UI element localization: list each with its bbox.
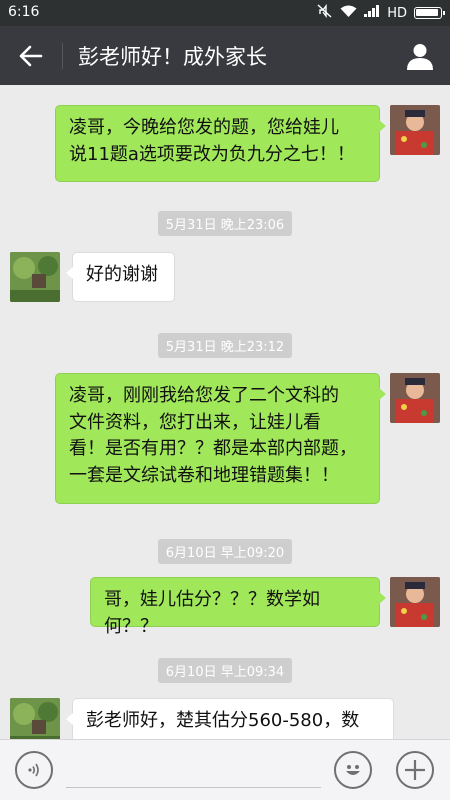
person-icon xyxy=(407,44,433,70)
message-text: 看！是否有用？？都是本部内部题， xyxy=(69,438,357,459)
message-bubble[interactable]: 哥，娃儿估分？？？数学如何？？ xyxy=(90,577,386,637)
message-text: 凌哥，今晚给您发的题，您给娃儿 xyxy=(69,117,339,138)
avatar[interactable] xyxy=(390,577,440,627)
input-bar xyxy=(0,739,450,800)
avatar[interactable] xyxy=(390,105,440,155)
timestamp: 5月31日 晚上23:12 xyxy=(0,333,450,358)
message-text: 说11题a选项要改为负九分之七！！ xyxy=(69,143,355,165)
status-time: 6:16 xyxy=(8,4,40,20)
more-button[interactable] xyxy=(396,751,434,789)
battery-icon xyxy=(414,7,445,19)
status-icons: HD xyxy=(317,3,445,22)
avatar[interactable] xyxy=(10,698,60,739)
message-bubble[interactable]: 凌哥，今晚给您发的题，您给娃儿 说11题a选项要改为负九分之七！！ xyxy=(55,105,386,182)
header-divider xyxy=(62,43,63,69)
status-bar: 6:16 HD xyxy=(0,0,450,26)
message-text: 好的谢谢 xyxy=(86,264,158,285)
timestamp: 6月10日 早上09:20 xyxy=(0,539,450,564)
back-arrow-icon xyxy=(19,45,43,67)
chat-title: 彭老师好！成外家长 xyxy=(78,45,267,69)
message-bubble[interactable]: 好的谢谢 xyxy=(66,252,175,302)
chat-info-button[interactable] xyxy=(402,38,438,74)
message-input[interactable] xyxy=(66,752,321,788)
message-text: 哥，娃儿估分？？？数学如何？？ xyxy=(104,589,320,637)
message-text: 凌哥，刚刚我给您发了二个文科的 xyxy=(69,385,339,406)
avatar[interactable] xyxy=(390,373,440,423)
message-text: 一套是文综试卷和地理错题集！！ xyxy=(69,464,339,486)
plus-icon xyxy=(405,760,425,780)
emoji-icon xyxy=(346,765,360,775)
timestamp: 6月10日 早上09:34 xyxy=(0,658,450,683)
message-bubble[interactable]: 凌哥，刚刚我给您发了二个文科的 文件资料，您打出来，让娃儿看 看！是否有用？？都… xyxy=(55,373,386,504)
message-bubble[interactable]: 彭老师好，楚其估分560-580，数 xyxy=(66,698,394,739)
avatar[interactable] xyxy=(10,252,60,302)
voice-icon xyxy=(28,763,39,777)
message-text: 文件资料，您打出来，让娃儿看 xyxy=(69,411,321,433)
message-list[interactable]: 凌哥，今晚给您发的题，您给娃儿 说11题a选项要改为负九分之七！！ 5月31日 … xyxy=(0,85,450,739)
back-button[interactable] xyxy=(14,40,48,72)
voice-button[interactable] xyxy=(15,751,53,789)
mute-icon xyxy=(317,3,333,22)
signal-icon xyxy=(364,5,380,21)
network-type: HD xyxy=(387,5,407,21)
timestamp: 5月31日 晚上23:06 xyxy=(0,211,450,236)
message-text: 彭老师好，楚其估分560-580，数 xyxy=(86,710,360,731)
chat-header: 彭老师好！成外家长 xyxy=(0,26,450,85)
emoji-button[interactable] xyxy=(334,751,372,789)
wifi-icon xyxy=(340,5,357,22)
